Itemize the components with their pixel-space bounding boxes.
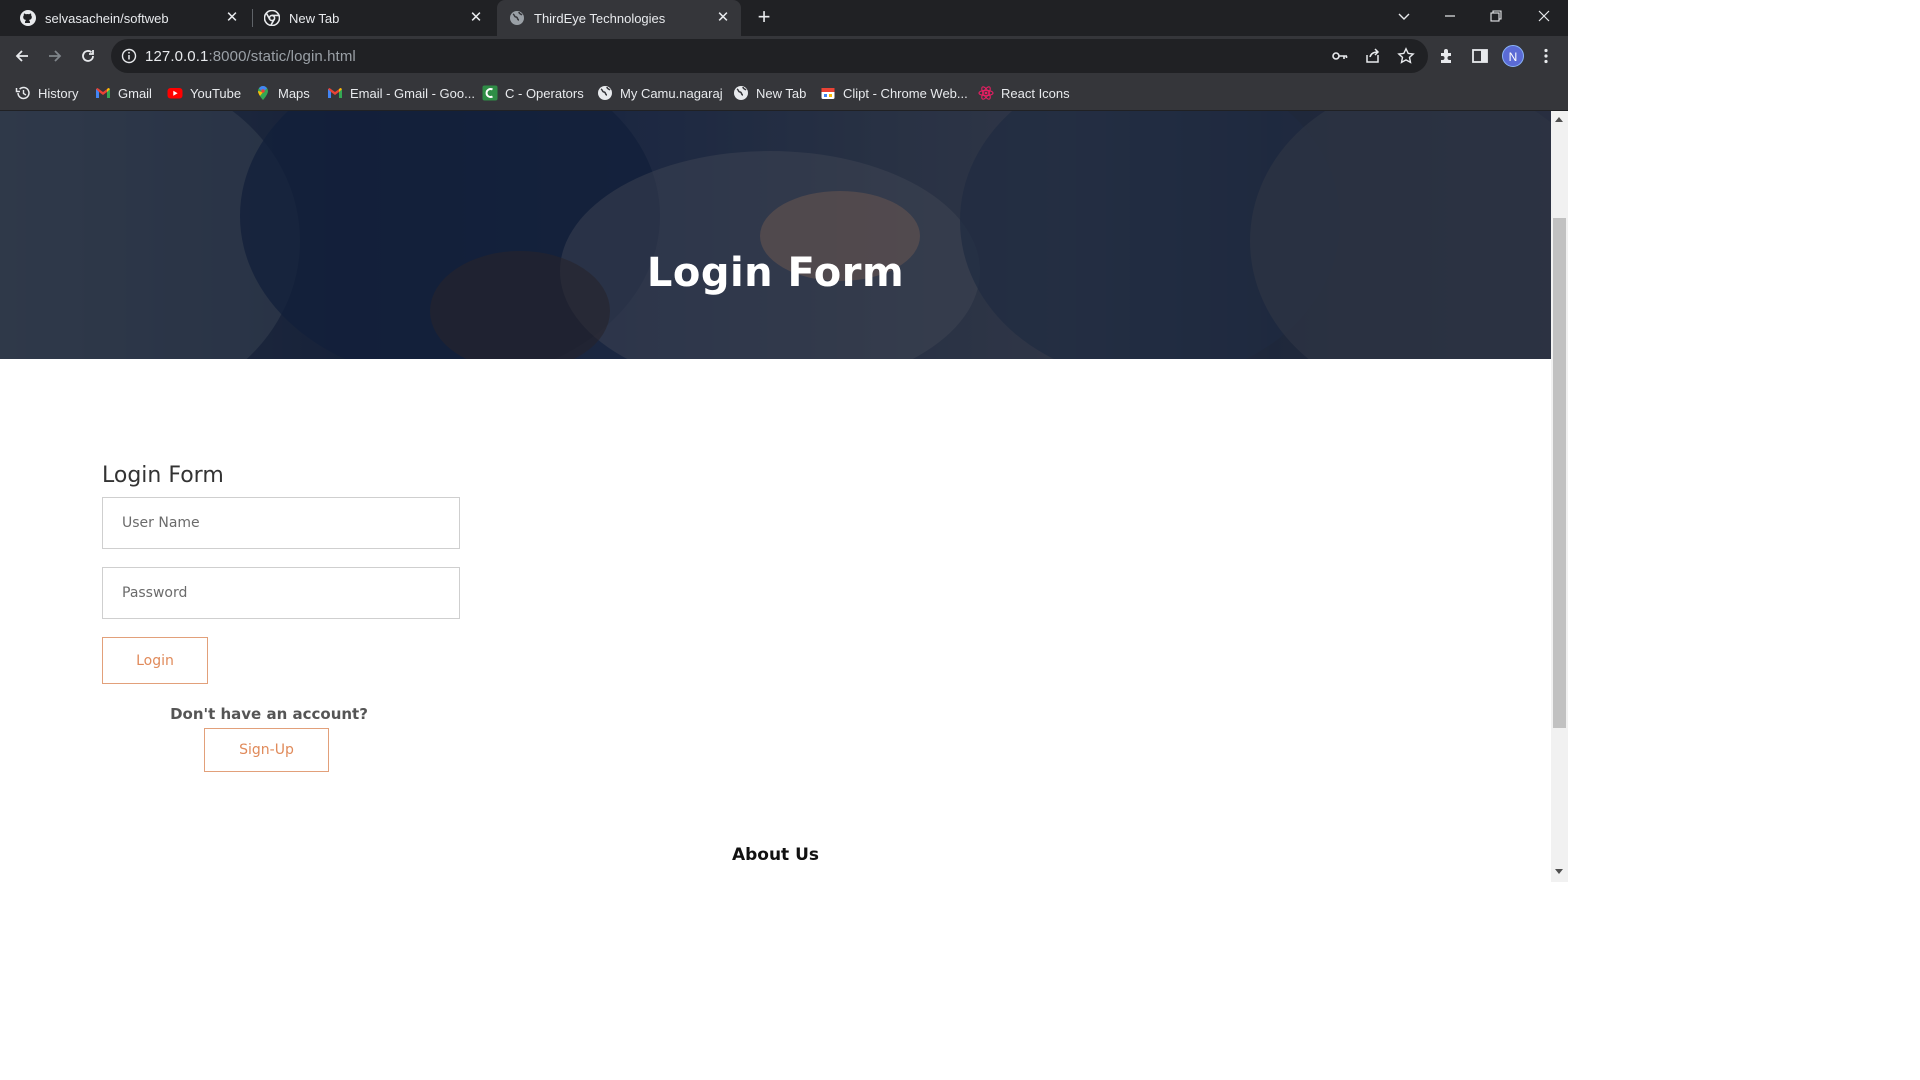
login-button[interactable]: Login [102,637,208,684]
gmail-icon [327,85,343,101]
address-bar[interactable]: 127.0.0.1:8000/static/login.html [111,39,1428,73]
clipt-icon [820,85,836,101]
bookmark-clipt[interactable]: Clipt - Chrome Web... [820,83,968,103]
globe-icon [509,10,525,26]
page-scrollbar[interactable] [1551,111,1568,882]
bookmark-email-gmail[interactable]: Email - Gmail - Goo... [327,83,475,103]
bookmark-label: YouTube [190,85,242,101]
tab-github[interactable]: selvasachein/softweb ✕ [12,0,248,36]
profile-avatar[interactable]: N [1502,45,1524,67]
bookmark-my-camu[interactable]: My Camu.nagaraj [597,83,723,103]
url-host: 127.0.0.1 [145,48,209,65]
new-tab-button[interactable]: + [752,6,776,30]
bookmarks-bar: History Gmail YouTube Maps Email - Gmail… [0,76,1568,111]
close-tab-icon[interactable]: ✕ [715,10,731,26]
site-info-icon[interactable] [121,48,137,64]
about-us-heading: About Us [731,845,820,865]
forward-icon[interactable] [43,44,67,68]
bookmark-label: Maps [278,85,310,101]
bookmark-star-icon[interactable] [1397,47,1415,65]
page-viewport: Login Form Login Form Login Don't have a… [0,111,1551,882]
extensions-icon[interactable] [1435,44,1459,68]
back-icon[interactable] [10,44,34,68]
bookmark-label: History [38,85,79,101]
bookmark-label: Email - Gmail - Goo... [350,85,475,101]
password-key-icon[interactable] [1331,47,1349,65]
tab-title: selvasachein/softweb [45,10,169,26]
url-text[interactable]: 127.0.0.1:8000/static/login.html [145,48,356,65]
tab-thirdeye[interactable]: ThirdEye Technologies ✕ [497,0,741,36]
bookmark-history[interactable]: History [15,83,78,103]
bookmark-new-tab[interactable]: New Tab [733,83,806,103]
close-tab-icon[interactable]: ✕ [468,10,484,26]
bookmark-label: New Tab [756,85,807,101]
share-icon[interactable] [1364,47,1382,65]
reload-icon[interactable] [76,44,100,68]
scroll-down-arrow-icon[interactable] [1555,869,1563,874]
hero-title: Login Form [646,250,905,296]
bookmark-label: Gmail [118,85,152,101]
react-icon [978,85,994,101]
bookmark-label: React Icons [1001,85,1070,101]
scroll-up-arrow-icon[interactable] [1555,117,1563,122]
close-window-icon[interactable] [1521,0,1567,32]
bookmark-label: C - Operators [505,85,584,101]
chrome-icon [264,10,280,26]
close-tab-icon[interactable]: ✕ [224,10,240,26]
url-path: :8000/static/login.html [208,48,356,65]
bookmark-maps[interactable]: Maps [255,83,310,103]
youtube-icon [167,85,183,101]
tab-title: ThirdEye Technologies [534,10,666,26]
history-icon [15,85,31,101]
tab-new-tab[interactable]: New Tab ✕ [256,0,492,36]
scrollbar-thumb[interactable] [1553,218,1566,728]
username-input[interactable] [102,497,460,549]
restore-icon[interactable] [1473,0,1519,32]
bookmark-react-icons[interactable]: React Icons [978,83,1070,103]
hero-overlay [0,111,1551,359]
hero-banner: Login Form [0,111,1551,359]
tab-search-icon[interactable] [1381,0,1427,32]
c-operators-icon [482,85,498,101]
github-icon [20,10,36,26]
bookmark-youtube[interactable]: YouTube [167,83,241,103]
tab-title: New Tab [289,10,340,26]
bookmark-gmail[interactable]: Gmail [95,83,152,103]
signup-button[interactable]: Sign-Up [204,728,329,772]
bookmark-label: Clipt - Chrome Web... [843,85,968,101]
side-panel-icon[interactable] [1468,44,1492,68]
maps-icon [255,85,271,101]
bookmark-c-operators[interactable]: C - Operators [482,83,584,103]
globe-icon [597,85,613,101]
login-form-heading: Login Form [102,463,224,488]
minimize-icon[interactable] [1427,0,1473,32]
browser-toolbar: 127.0.0.1:8000/static/login.html N [0,36,1568,76]
tab-divider [252,9,253,27]
password-input[interactable] [102,567,460,619]
tab-strip: selvasachein/softweb ✕ New Tab ✕ ThirdEy… [0,0,1568,36]
menu-kebab-icon[interactable] [1534,44,1558,68]
globe-icon [733,85,749,101]
no-account-text: Don't have an account? [170,705,368,723]
bookmark-label: My Camu.nagaraj [620,85,723,101]
gmail-icon [95,85,111,101]
